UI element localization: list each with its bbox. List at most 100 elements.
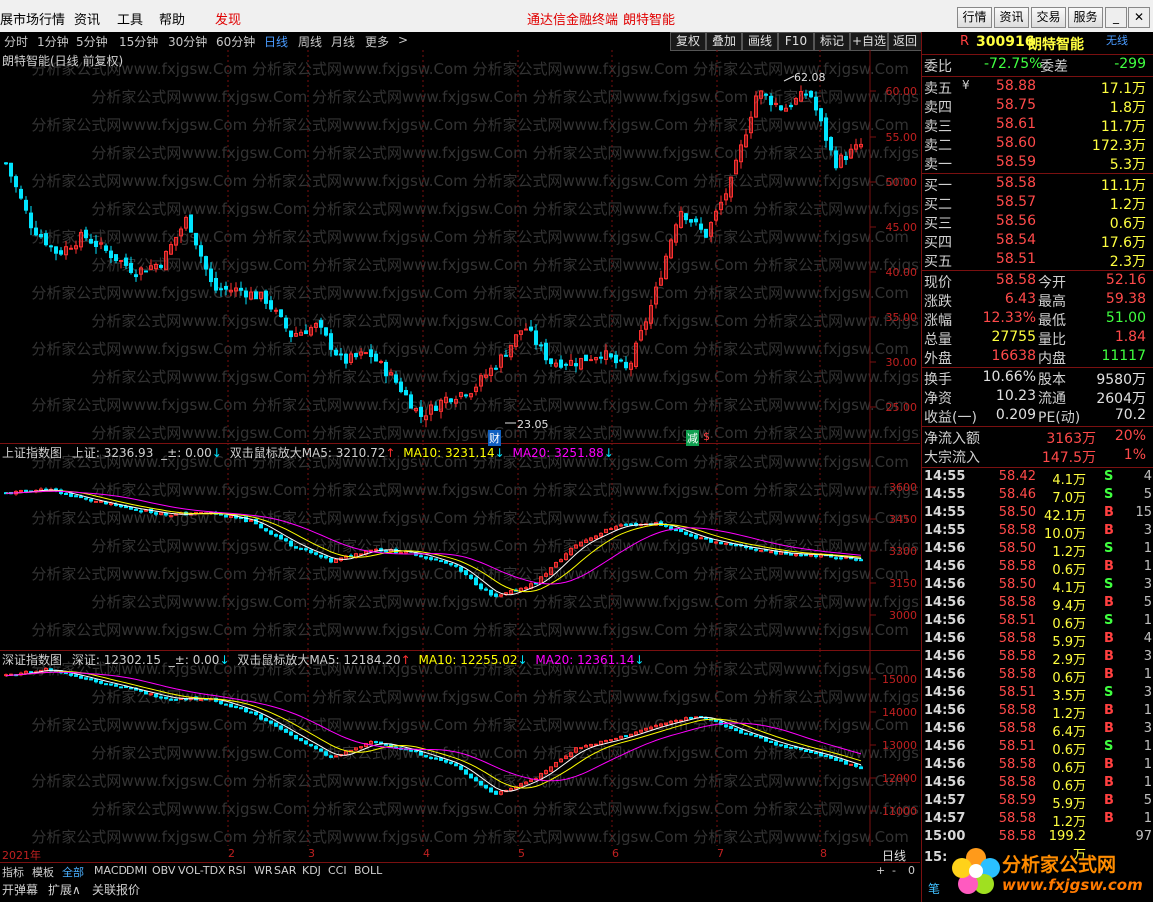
tab-dmi[interactable]: DMI: [126, 864, 147, 877]
period-tab-5min[interactable]: 5分钟: [76, 33, 108, 50]
menu-tools[interactable]: 工具: [117, 9, 143, 28]
reset-zoom-icon[interactable]: 0: [908, 864, 915, 877]
bid-volume: 2.3万: [1109, 254, 1146, 270]
candle-body: [769, 740, 773, 744]
sh-value: 上证: 3236.93: [71, 446, 154, 460]
tab-sar[interactable]: SAR: [274, 864, 296, 877]
candle-body: [214, 278, 218, 291]
top-button-info[interactable]: 资讯: [994, 7, 1029, 28]
stock-name: 朗特智能: [1028, 37, 1084, 53]
sz-change: _±: 0.00: [168, 653, 220, 667]
more-arrow-icon[interactable]: >: [398, 33, 408, 47]
candle-body: [19, 489, 23, 492]
fund-value-2: 70.2: [1114, 407, 1146, 423]
fundamental-row: 收益(一) 0.209 PE(动) 70.2: [922, 407, 1148, 426]
candle-body: [609, 739, 613, 742]
dividend-marker[interactable]: $: [703, 430, 710, 443]
candle-body: [24, 199, 28, 211]
period-tab-weekly[interactable]: 周线: [298, 33, 322, 50]
candle-body: [274, 309, 278, 312]
candle-body: [489, 787, 493, 793]
sh-index-chart[interactable]: 分析家公式网www.fxjgsw.Com 分析家公式网www.fxjgsw.Co…: [0, 443, 920, 651]
ask-label: 卖四: [924, 100, 952, 116]
candle-body: [854, 763, 858, 767]
tab-macd[interactable]: MACD: [94, 864, 127, 877]
tool-back[interactable]: 返回: [888, 32, 922, 51]
top-button-quotes[interactable]: 行情: [957, 7, 992, 28]
top-button-trade[interactable]: 交易: [1031, 7, 1066, 28]
tick-count: 1: [1143, 541, 1152, 556]
tab-obv[interactable]: OBV: [152, 864, 175, 877]
period-tab-daily[interactable]: 日线: [264, 33, 288, 50]
candle-body: [454, 564, 458, 567]
stat-row: 涨幅 12.33% 最低 51.00: [922, 310, 1148, 329]
kline-chart[interactable]: 分析家公式网www.fxjgsw.Com 分析家公式网www.fxjgsw.Co…: [0, 50, 920, 446]
candle-body: [324, 327, 328, 336]
tick-count: 4: [1143, 469, 1152, 484]
tick-volume: 1.2万: [1052, 707, 1086, 722]
tool-overlay[interactable]: 叠加: [706, 32, 742, 51]
candle-body: [34, 227, 38, 236]
candle-body: [84, 677, 88, 680]
tab-wr[interactable]: WR: [254, 864, 273, 877]
candle-body: [534, 330, 538, 345]
candle-body: [144, 270, 148, 273]
axis-tick-label: 3150: [889, 577, 917, 590]
candle-body: [404, 390, 408, 396]
related-quotes[interactable]: 关联报价: [92, 881, 140, 898]
menu-market[interactable]: 展市场行情: [0, 9, 65, 28]
tab-boll[interactable]: BOLL: [354, 864, 382, 877]
watermark-text: 分析家公式网www.fxjgsw.Com 分析家公式网www.fxjgsw.Co…: [91, 368, 920, 386]
zoom-out-icon[interactable]: -: [892, 864, 896, 877]
menu-help[interactable]: 帮助: [159, 9, 185, 28]
period-tab-timeshare[interactable]: 分时: [4, 33, 28, 50]
minimize-icon[interactable]: _: [1105, 7, 1127, 28]
flow-row: 净流入额 3163万 20%: [922, 428, 1148, 447]
tick-row: 14:57 58.59 5.9万 B 5: [922, 793, 1153, 812]
candle-body: [394, 374, 398, 383]
tick-volume: 9.4万: [1052, 599, 1086, 614]
candle-body: [689, 219, 693, 223]
menu-info[interactable]: 资讯: [74, 9, 100, 28]
menu-discover[interactable]: 发现: [215, 9, 241, 28]
fund-label: 收益(一): [924, 410, 977, 426]
danmaku-toggle[interactable]: 开弹幕: [2, 881, 38, 898]
candle-body: [199, 698, 203, 701]
candle-body: [354, 353, 358, 358]
time-label-jun: 6: [612, 847, 619, 860]
tab-rsi[interactable]: RSI: [228, 864, 246, 877]
close-icon[interactable]: ✕: [1128, 7, 1150, 28]
zoom-in-icon[interactable]: +: [876, 864, 885, 877]
candle-body: [494, 367, 498, 370]
period-tab-more[interactable]: 更多: [365, 33, 389, 50]
period-tab-monthly[interactable]: 月线: [331, 33, 355, 50]
expand-toggle[interactable]: 扩展∧: [48, 881, 81, 898]
tool-draw[interactable]: 画线: [742, 32, 778, 51]
period-tab-1min[interactable]: 1分钟: [37, 33, 69, 50]
ask-volume: 172.3万: [1091, 138, 1146, 154]
tool-mark[interactable]: 标记: [814, 32, 850, 51]
period-tab-60min[interactable]: 60分钟: [216, 33, 255, 50]
candle-body: [714, 541, 718, 544]
tool-fuquan[interactable]: 复权: [670, 32, 706, 51]
top-button-service[interactable]: 服务: [1068, 7, 1103, 28]
fund-value: 10.66%: [982, 369, 1036, 385]
tab-kdj[interactable]: KDJ: [302, 864, 321, 877]
period-tab-15min[interactable]: 15分钟: [119, 33, 158, 50]
tab-cci[interactable]: CCI: [328, 864, 347, 877]
stat-value-2: 1.84: [1114, 329, 1146, 345]
candle-body: [444, 759, 448, 763]
candle-body: [789, 746, 793, 749]
candle-body: [479, 780, 483, 786]
tool-f10[interactable]: F10: [778, 32, 814, 51]
bid-row: 买一 58.58 11.1万: [922, 175, 1148, 194]
candle-body: [529, 326, 533, 331]
tab-vol-tdx[interactable]: VOL-TDX: [178, 864, 226, 877]
sz-index-chart[interactable]: 分析家公式网www.fxjgsw.Com 分析家公式网www.fxjgsw.Co…: [0, 650, 920, 847]
stat-label-2: 量比: [1038, 332, 1066, 348]
candle-body: [474, 777, 478, 782]
tool-add-watchlist[interactable]: +自选: [850, 32, 888, 51]
period-tab-30min[interactable]: 30分钟: [168, 33, 207, 50]
candle-body: [589, 359, 593, 362]
sz-title: 深证指数图: [2, 653, 63, 667]
